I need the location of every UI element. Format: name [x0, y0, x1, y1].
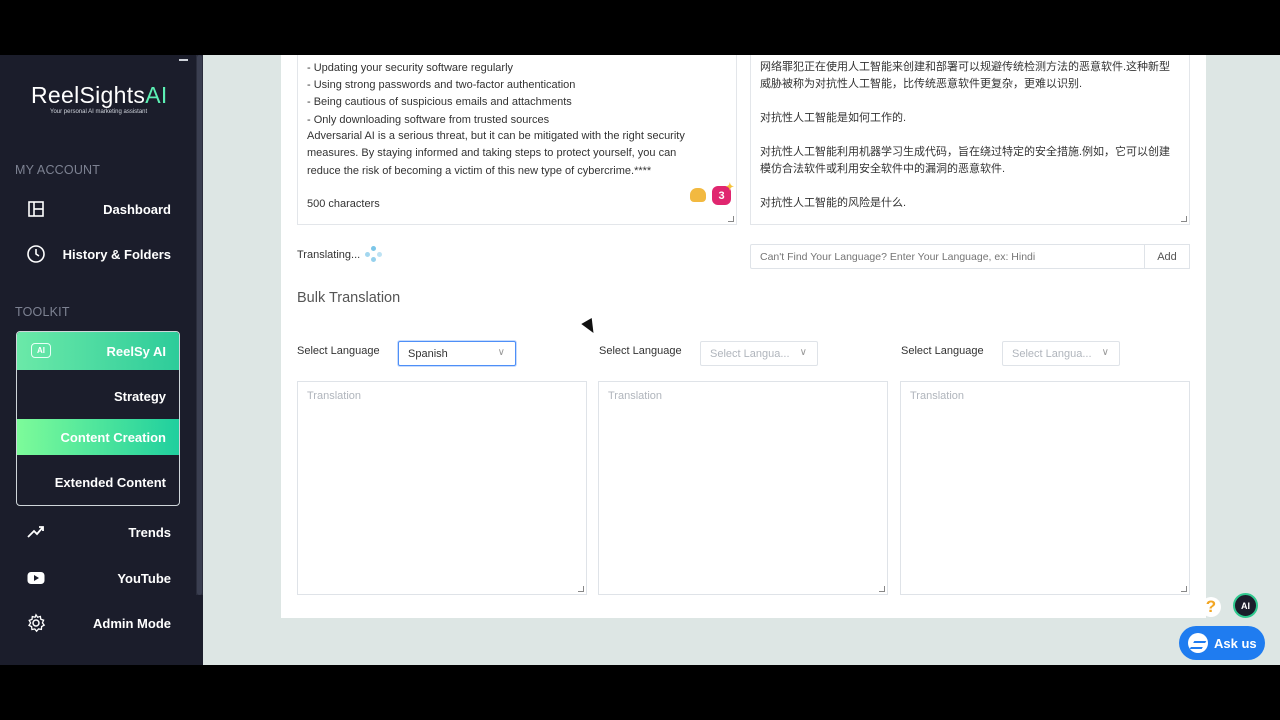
sidebar-item-reelsy-ai[interactable]: AI ReelSy AI — [17, 332, 179, 370]
target-line — [760, 178, 1180, 195]
bulk-translation-title: Bulk Translation — [297, 290, 401, 306]
ask-us-label: Ask us — [1214, 635, 1257, 651]
select-language-label: Select Language — [297, 345, 380, 357]
source-line: Adversarial AI is a serious threat, but … — [307, 130, 685, 142]
ask-us-button[interactable]: Ask us — [1179, 626, 1265, 660]
app-viewport: ReelSightsAI Your personal AI marketing … — [0, 55, 1280, 665]
ai-assistant-icon[interactable]: AI — [1233, 593, 1258, 618]
translation-placeholder: Translation — [608, 390, 663, 402]
chevron-down-icon: ∨ — [799, 347, 807, 358]
sidebar-item-label: Trends — [128, 524, 171, 540]
target-line: 对抗性人工智能是如何工作的. — [760, 112, 907, 124]
target-line: 模仿合法软件或利用安全软件中的漏洞的恶意软件. — [760, 163, 1006, 175]
sidebar-item-label: Strategy — [113, 388, 166, 404]
grammar-badge-icon[interactable]: 3 ✦ — [712, 182, 734, 205]
resize-handle[interactable] — [1181, 586, 1187, 592]
loading-spinner-icon — [365, 246, 383, 264]
sidebar-item-label: ReelSy AI — [106, 343, 167, 359]
language-select-1[interactable]: Spanish ∨ — [398, 341, 516, 366]
chevron-down-icon: ∨ — [1101, 347, 1109, 358]
gear-icon — [28, 613, 46, 633]
sidebar-item-label: Admin Mode — [93, 615, 171, 631]
select-language-label: Select Language — [599, 345, 682, 357]
sidebar-item-youtube[interactable]: YouTube — [26, 565, 171, 591]
select-language-label: Select Language — [901, 345, 984, 357]
sidebar-item-history[interactable]: History & Folders — [26, 241, 171, 267]
source-line: reduce the risk of becoming a victim of … — [307, 164, 652, 177]
scrollbar-thumb[interactable] — [197, 55, 202, 595]
my-account-label: MY ACCOUNT — [15, 163, 101, 177]
target-line: 威胁被称为对抗性人工智能，比传统恶意软件更复杂，更难以识别. — [760, 78, 1083, 90]
translation-output-2[interactable]: Translation — [598, 381, 888, 595]
sidebar-item-extended-content[interactable]: Extended Content — [17, 468, 179, 496]
ai-chip-icon: AI — [31, 343, 51, 358]
source-line: - Only downloading software from trusted… — [307, 113, 550, 126]
character-count: 500 characters — [307, 198, 380, 210]
source-line: - Updating your security software regula… — [307, 62, 514, 74]
translating-status: Translating... — [297, 246, 383, 264]
source-paragraph: Adversarial AI is a serious threat, but … — [307, 128, 727, 180]
translation-placeholder: Translation — [910, 390, 965, 402]
resize-handle[interactable] — [1181, 216, 1187, 222]
target-line: 网络罪犯正在使用人工智能来创建和部署可以规避传统检测方法的恶意软件.这种新型 — [760, 61, 1171, 73]
sidebar-item-label: Content Creation — [60, 429, 166, 445]
translating-label: Translating... — [297, 249, 361, 261]
badge-count: 3 — [718, 189, 725, 202]
language-select-3[interactable]: Select Langua... ∨ — [1002, 341, 1120, 366]
sidebar-item-strategy[interactable]: Strategy — [17, 382, 179, 410]
select-placeholder: Select Langua... — [710, 348, 790, 360]
brand-name-accent: AI — [145, 82, 168, 108]
sidebar-item-content-creation[interactable]: Content Creation — [17, 419, 179, 455]
messenger-icon — [1188, 633, 1208, 653]
selected-language: Spanish — [408, 348, 448, 360]
sidebar-item-admin-mode[interactable]: Admin Mode — [26, 610, 171, 636]
dashboard-icon — [28, 201, 44, 217]
source-line: measures. By staying informed and taking… — [307, 147, 677, 160]
sidebar-item-label: Extended Content — [54, 474, 166, 490]
sidebar-item-trends[interactable]: Trends — [26, 519, 171, 545]
chevron-down-icon: ∨ — [497, 347, 505, 358]
handshake-emoji-icon[interactable] — [690, 188, 706, 202]
target-text-area[interactable]: 网络罪犯正在使用人工智能来创建和部署可以规避传统检测方法的恶意软件.这种新型 威… — [750, 55, 1190, 225]
brand-name: ReelSights — [31, 82, 146, 108]
source-line: - Using strong passwords and two-factor … — [307, 79, 576, 92]
brand-logo[interactable]: ReelSightsAI Your personal AI marketing … — [31, 82, 168, 115]
minimize-icon[interactable] — [179, 59, 188, 61]
sidebar-scrollbar[interactable] — [196, 55, 203, 595]
translation-placeholder: Translation — [307, 390, 362, 402]
toolkit-label: TOOLKIT — [15, 305, 70, 319]
translation-output-3[interactable]: Translation — [900, 381, 1190, 595]
add-language-button[interactable]: Add — [1144, 244, 1190, 269]
trending-icon — [27, 526, 44, 538]
target-line: 对抗性人工智能的风险是什么. — [760, 197, 907, 209]
target-line — [760, 127, 1180, 144]
resize-handle[interactable] — [879, 586, 885, 592]
target-line: 对抗性人工智能利用机器学习生成代码，旨在绕过特定的安全措施.例如，它可以创建 — [760, 146, 1171, 158]
source-line: - Being cautious of suspicious emails an… — [307, 96, 572, 109]
translation-output-1[interactable]: Translation — [297, 381, 587, 595]
sidebar-item-label: YouTube — [117, 570, 171, 586]
sidebar-item-label: History & Folders — [62, 246, 171, 262]
source-text-area[interactable]: - Updating your security software regula… — [297, 55, 737, 225]
language-select-2[interactable]: Select Langua... ∨ — [700, 341, 818, 366]
sidebar-item-label: Dashboard — [103, 201, 171, 217]
source-bullets: - Updating your security software regula… — [307, 60, 727, 129]
target-line — [760, 93, 1180, 110]
resize-handle[interactable] — [578, 586, 584, 592]
main-panel: - Updating your security software regula… — [281, 55, 1206, 618]
brand-tagline: Your personal AI marketing assistant — [50, 109, 148, 115]
help-icon[interactable]: ? — [1201, 597, 1221, 617]
sidebar-item-dashboard[interactable]: Dashboard — [26, 196, 171, 222]
resize-handle[interactable] — [728, 216, 734, 222]
select-placeholder: Select Langua... — [1012, 348, 1092, 360]
clock-icon — [27, 245, 45, 263]
custom-language-input[interactable] — [750, 244, 1145, 269]
target-text: 网络罪犯正在使用人工智能来创建和部署可以规避传统检测方法的恶意软件.这种新型 威… — [760, 59, 1180, 212]
youtube-icon — [27, 572, 45, 584]
sidebar: ReelSightsAI Your personal AI marketing … — [0, 55, 203, 665]
toolkit-menu: AI ReelSy AI Strategy Content Creation E… — [16, 331, 180, 506]
